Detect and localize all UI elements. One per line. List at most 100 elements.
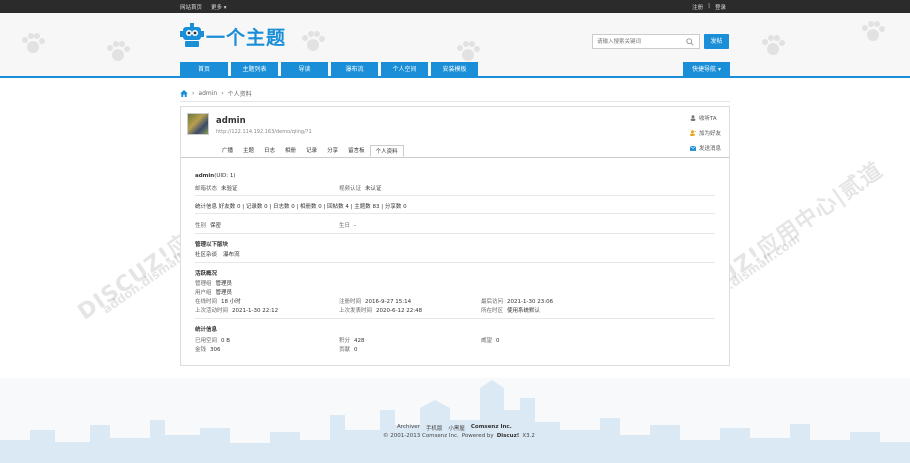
more-menu[interactable]: 更多 ▾ [211,3,227,11]
paw-decoration-icon [302,31,325,51]
nav-space[interactable]: 个人空间 [381,62,428,77]
nav-topics[interactable]: 主题列表 [231,62,278,77]
logo-text: 一个主题 [206,26,287,49]
tab-blog[interactable]: 日志 [259,145,280,157]
money-value: 306 [210,347,221,353]
money-row: 金钱 306 [195,345,221,353]
divider [195,213,715,214]
last-visit-value: 2021-1-30 23:06 [507,299,554,305]
copyright-text: © 2001-2013 Comsenz Inc. [383,433,459,439]
user-group-value[interactable]: 管理员 [216,290,233,296]
reg-time-row: 注册时间 2016-9-27 15:14 [339,297,411,305]
tab-records[interactable]: 记录 [301,145,322,157]
tab-album[interactable]: 相册 [280,145,301,157]
divider [195,233,715,234]
video-auth-row: 视频认证 未认证 [339,184,382,192]
divider [195,195,715,196]
nav-home[interactable]: 首页 [180,62,228,77]
site-logo[interactable]: 一个主题 [180,22,286,50]
gender-key: 性别 [195,223,207,229]
tab-guestbook[interactable]: 留言板 [343,145,370,157]
home-link[interactable]: 网站首页 [180,3,202,11]
activity-heading: 活跃概况 [195,271,218,277]
last-active-row: 上次活动时间 2021-1-30 22:12 [195,306,278,314]
footer-archiver[interactable]: Archiver [397,424,420,432]
reg-time-value: 2016-9-27 15:14 [365,299,412,305]
prestige-row: 威望 0 [481,336,500,344]
email-status-row: 邮箱状态 未验证 [195,184,238,192]
email-status-value: 未验证 [221,186,238,192]
login-link[interactable]: 登录 [715,3,726,11]
breadcrumb-sep: › [192,90,195,97]
register-link[interactable]: 注册 [692,3,703,11]
user-group-row: 用户组 管理员 [195,288,232,296]
avatar[interactable] [187,113,209,135]
nav-guide[interactable]: 导读 [281,62,328,77]
more-label: 更多 [211,5,223,11]
tab-broadcast[interactable]: 广播 [217,145,238,157]
prestige-key: 威望 [481,338,493,344]
footer-mobile[interactable]: 手机版 [426,424,443,432]
quick-nav-button[interactable]: 快捷导航 ▾ [683,62,730,77]
last-active-value: 2021-1-30 22:12 [232,308,279,314]
gender-value: 保密 [210,223,222,229]
contrib-key: 贡献 [339,347,351,353]
breadcrumb: › admin › 个人资料 [180,89,252,98]
post-button[interactable]: 发帖 [704,34,729,49]
follow-button[interactable]: 收听TA [690,114,721,122]
admin-group-value[interactable]: 管理员 [216,281,233,287]
follow-icon [690,115,696,121]
add-friend-icon [690,130,696,136]
search-box [592,34,700,49]
video-auth-value: 未认证 [365,186,382,192]
breadcrumb-divider [180,101,730,102]
footer-blacklist[interactable]: 小黑屋 [448,424,465,432]
space-key: 已用空间 [195,338,218,344]
profile-tabs: 广播 主题 日志 相册 记录 分享 留言板 个人资料 [217,145,404,157]
user-group-key: 用户组 [195,290,212,296]
stats-line: 统计信息 好友数 0 | 记录数 0 | 日志数 0 | 相册数 0 | 回帖数… [195,204,407,210]
add-friend-label: 加为好友 [699,131,722,137]
stats-heading: 统计信息 [195,327,218,333]
city-skyline-decoration [0,380,910,463]
credits-value: 428 [354,338,365,344]
profile-card: admin http://122.114.192.163/demo/qiing/… [180,106,730,366]
footer-copyright: © 2001-2013 Comsenz Inc. Powered by Disc… [383,433,535,439]
paw-decoration-icon [107,41,130,61]
discuz-link[interactable]: Discuz! [497,433,520,439]
nav-install-template[interactable]: 安装模板 [431,62,478,77]
divider [195,262,715,263]
profile-url[interactable]: http://122.114.192.163/demo/qiing/?1 [216,129,312,135]
forum-link[interactable]: 社区杂谈 [195,250,217,258]
prestige-value: 0 [496,338,500,344]
divider: | [708,3,710,9]
search-input[interactable] [593,35,683,48]
paw-decoration-icon [862,21,885,41]
breadcrumb-user[interactable]: admin [198,90,217,97]
tab-profile[interactable]: 个人资料 [369,145,404,157]
uid-row: admin(UID: 1) [195,173,235,179]
video-auth-key: 视频认证 [339,186,362,192]
footer-comsenz[interactable]: Comsenz Inc. [471,424,512,432]
home-icon[interactable] [180,90,188,97]
nav-waterfall[interactable]: 瀑布流 [331,62,378,77]
add-friend-button[interactable]: 加为好友 [690,129,721,137]
last-visit-key: 最后访问 [481,299,504,305]
tab-topics[interactable]: 主题 [238,145,259,157]
last-post-row: 上次发表时间 2020-6-12 22:48 [339,306,422,314]
footer-links: Archiver 手机版 小黑屋 Comsenz Inc. [397,424,512,432]
forum-link[interactable]: 瀑布流 [223,250,240,258]
envelope-icon [690,145,696,151]
online-time-value: 18 小时 [221,299,241,305]
tab-share[interactable]: 分享 [322,145,343,157]
send-message-button[interactable]: 发送消息 [690,144,721,152]
divider [195,318,715,319]
uid-text: (UID: 1) [214,173,236,179]
admin-group-row: 管理组 管理员 [195,279,232,287]
search-icon[interactable] [686,38,694,46]
last-active-key: 上次活动时间 [195,308,229,314]
money-key: 金钱 [195,347,207,353]
last-post-value: 2020-6-12 22:48 [376,308,423,314]
robot-logo-icon [180,23,204,47]
credits-key: 积分 [339,338,351,344]
